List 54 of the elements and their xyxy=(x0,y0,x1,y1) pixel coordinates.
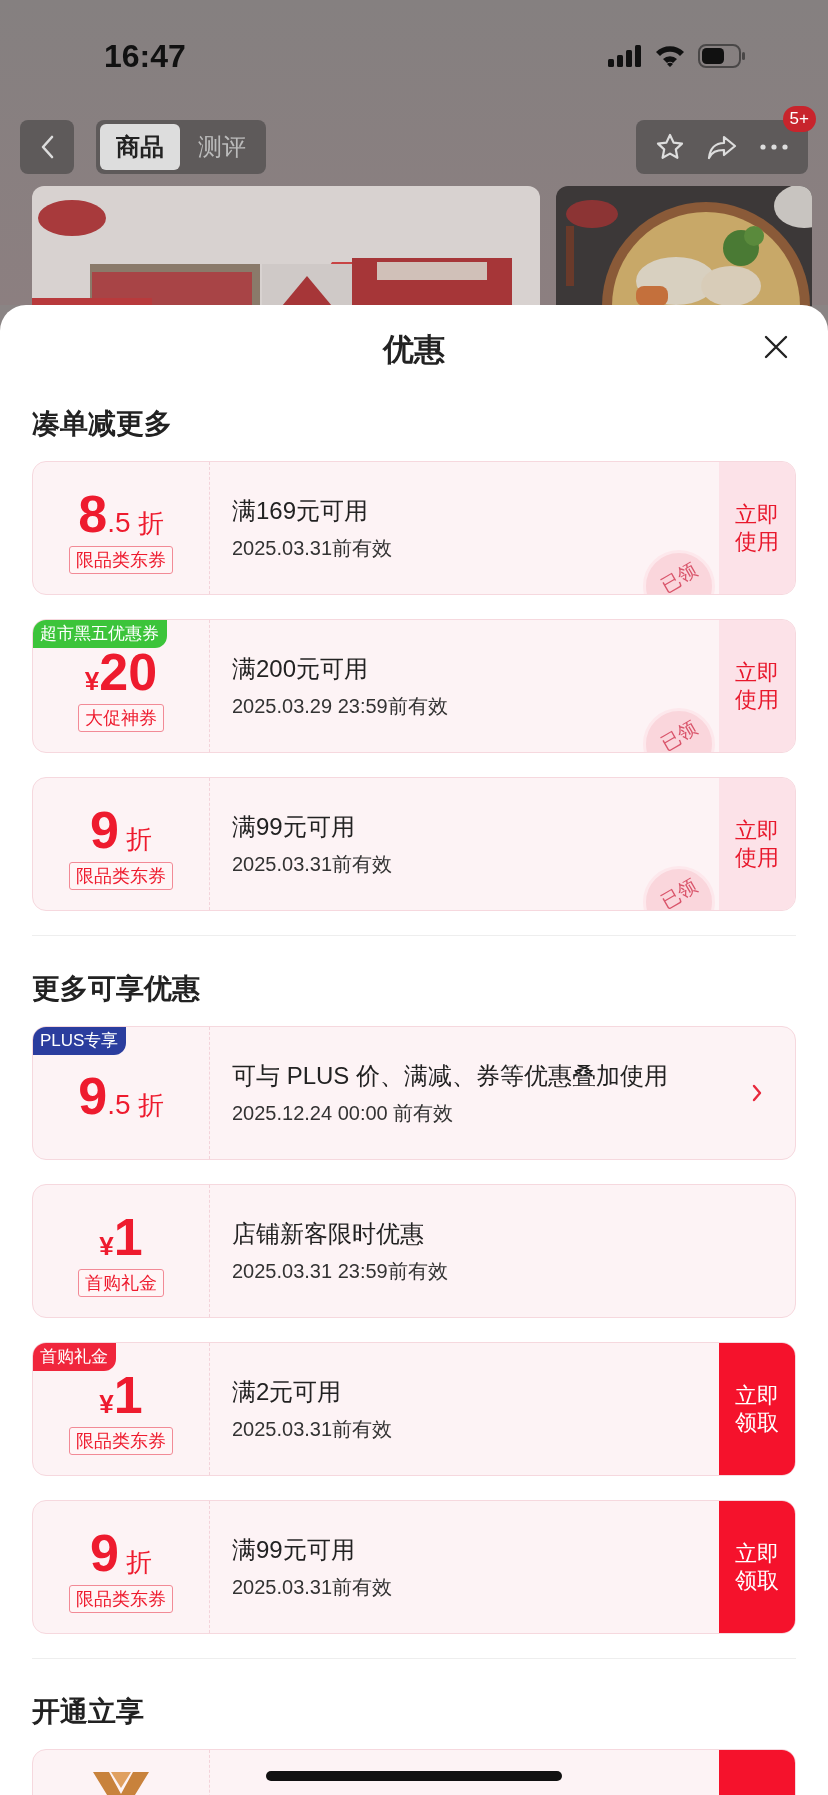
corner-label: 首购礼金 xyxy=(33,1343,116,1371)
back-button[interactable] xyxy=(20,120,74,174)
wifi-icon xyxy=(654,44,686,68)
coupon-validity: 2025.03.31前有效 xyxy=(232,851,394,877)
coupon-value: 9.5 折 xyxy=(78,1066,164,1122)
share-icon xyxy=(706,133,738,161)
use-button[interactable]: 立即使用 xyxy=(719,462,795,594)
corner-label: PLUS专享 xyxy=(33,1027,127,1055)
coupon-validity: 2025.03.31前有效 xyxy=(232,535,394,561)
coupon-type-tag: 限品类东券 xyxy=(69,1585,173,1613)
star-icon xyxy=(655,132,685,162)
claim-button[interactable]: 立即领取 xyxy=(719,1501,795,1633)
coupon-value: 9 折 xyxy=(89,800,153,856)
back-icon xyxy=(40,135,54,159)
section-title: 更多可享优惠 xyxy=(32,972,201,1006)
coupon-validity: 2025.03.31前有效 xyxy=(232,1416,394,1442)
coupon-value: ¥1 xyxy=(99,1207,143,1263)
claim-button[interactable]: 立即领取 xyxy=(719,1343,795,1475)
claimed-stamp: 已领 xyxy=(643,708,715,752)
coupon-type-tag: 首购礼金 xyxy=(78,1269,164,1297)
coupon-condition: 满2元可用 xyxy=(232,1376,343,1407)
coupon-condition: 满99元可用 xyxy=(232,811,356,842)
tab[interactable]: 测评 xyxy=(182,124,262,170)
coupon-condition: 满99元可用 xyxy=(232,1534,356,1565)
battery-icon xyxy=(698,44,746,68)
coupon-condition: 可与 PLUS 价、满减、券等优惠叠加使用 xyxy=(232,1060,670,1091)
use-button[interactable]: 立即使用 xyxy=(719,778,795,910)
coupon-value: 8.5 折 xyxy=(78,484,164,540)
section-title: 开通立享 xyxy=(32,1695,145,1729)
close-icon xyxy=(764,335,788,359)
use-button[interactable]: 立即使用 xyxy=(719,620,795,752)
chevron-right-icon[interactable] xyxy=(752,1084,762,1102)
coupon-validity: 2025.12.24 00:00 前有效 xyxy=(232,1100,455,1126)
coupon-type-tag: 限品类东券 xyxy=(69,862,173,890)
section-title: 凑单减更多 xyxy=(32,407,173,441)
signal-icon xyxy=(608,45,642,67)
tab[interactable]: 商品 xyxy=(100,124,180,170)
coupon-validity: 2025.03.31 23:59前有效 xyxy=(232,1258,449,1284)
coupon-type-tag: 限品类东券 xyxy=(69,546,173,574)
sheet-title: 优惠 xyxy=(383,331,445,369)
coupon-condition: 满200元可用 xyxy=(232,653,370,684)
coupon-type-tag: 大促神券 xyxy=(78,704,164,732)
more-icon xyxy=(760,144,788,150)
coupon-condition: 店铺新客限时优惠 xyxy=(232,1218,425,1249)
coupon-validity: 2025.03.29 23:59前有效 xyxy=(232,693,449,719)
coupon-validity: 2025.03.31前有效 xyxy=(232,1574,394,1600)
notification-badge: 5+ xyxy=(782,106,816,132)
claimed-stamp: 已领 xyxy=(643,550,715,594)
coupon-condition: 满169元可用 xyxy=(232,495,370,526)
coupon-type-tag: 限品类东券 xyxy=(69,1427,173,1455)
claimed-stamp: 已领 xyxy=(643,866,715,910)
status-time: 16:47 xyxy=(104,37,186,75)
corner-label: 超市黑五优惠券 xyxy=(33,620,167,648)
coupon-value: 9 折 xyxy=(89,1523,153,1579)
